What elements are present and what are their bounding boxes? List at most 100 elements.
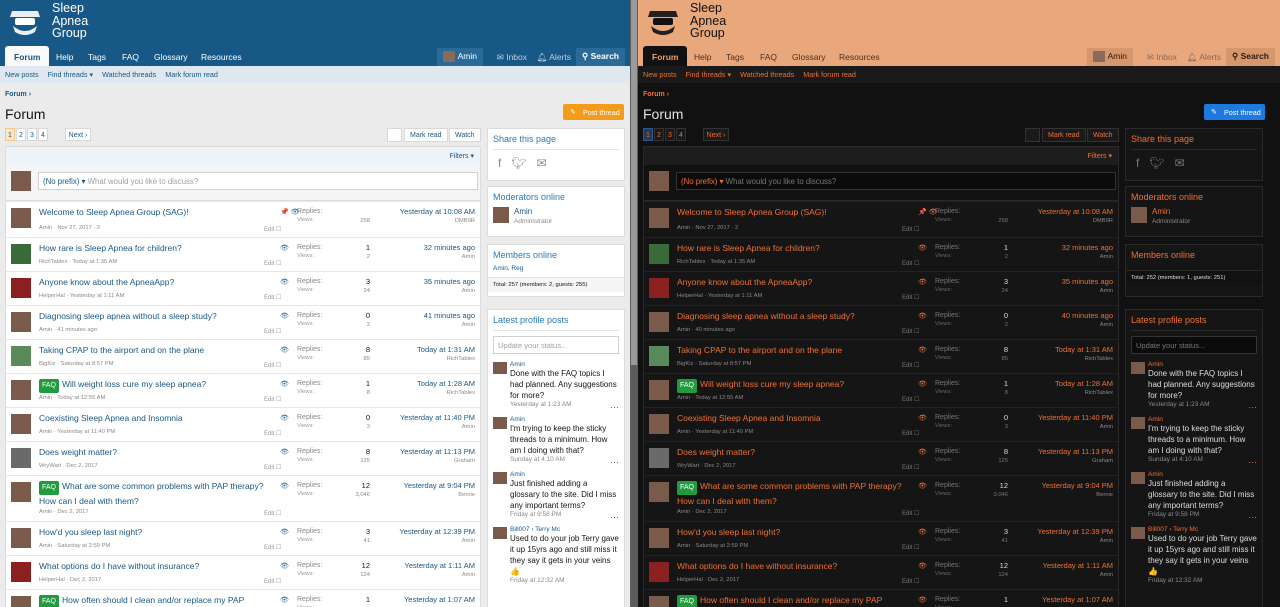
avatar[interactable] — [11, 562, 31, 582]
last-post-time[interactable]: 35 minutes ago — [424, 277, 475, 286]
thread-title[interactable]: Taking CPAP to the airport and on the pl… — [39, 344, 274, 356]
page-1[interactable]: 1 — [643, 128, 653, 141]
thread-title[interactable]: Taking CPAP to the airport and on the pl… — [677, 344, 912, 356]
page-2[interactable]: 2 — [654, 128, 664, 141]
last-post-time[interactable]: Today at 1:28 AM — [1055, 379, 1113, 388]
select-all-checkbox[interactable] — [387, 128, 402, 142]
thread-row[interactable]: Coexisting Sleep Apnea and Insomnia Amin … — [644, 407, 1118, 441]
post-author[interactable]: Amin — [1148, 416, 1257, 423]
avatar[interactable] — [1131, 417, 1145, 429]
breadcrumb[interactable]: Forum › — [643, 91, 669, 98]
edit-link[interactable]: Edit ☐ — [902, 396, 919, 403]
thread-row[interactable]: Anyone know about the ApneaApp? HelperHal… — [6, 271, 480, 305]
prefix-dropdown[interactable]: (No prefix) ▾ — [681, 177, 723, 186]
site-logo-text[interactable]: Sleep Apnea Group — [52, 2, 88, 40]
find-threads-link[interactable]: Find threads ▾ — [686, 70, 732, 79]
prefix-dropdown[interactable]: (No prefix) ▾ — [43, 177, 85, 186]
post-time[interactable]: Yesterday at 1:23 AM — [1148, 401, 1257, 408]
new-posts-link[interactable]: New posts — [5, 70, 39, 79]
moderator-name[interactable]: Amin — [1152, 207, 1170, 216]
more-options-icon[interactable]: ··· — [610, 512, 619, 522]
last-post-user[interactable]: RichTablex — [1085, 356, 1113, 362]
edit-link[interactable]: Edit ☐ — [264, 464, 281, 471]
last-post-user[interactable]: Amin — [1100, 424, 1113, 430]
more-options-icon[interactable]: ··· — [1248, 402, 1257, 412]
page-4[interactable]: 4 — [38, 128, 48, 141]
last-post-user[interactable]: Graham — [454, 458, 475, 464]
avatar[interactable] — [649, 278, 669, 298]
last-post-time[interactable]: Yesterday at 9:04 PM — [1042, 481, 1113, 490]
faq-prefix[interactable]: FAQ — [677, 379, 698, 393]
avatar[interactable] — [649, 312, 669, 332]
last-post-time[interactable]: Yesterday at 11:13 PM — [400, 447, 475, 456]
page-2[interactable]: 2 — [16, 128, 26, 141]
faq-prefix[interactable]: FAQ — [39, 595, 60, 607]
avatar[interactable] — [11, 448, 31, 468]
thread-row[interactable]: What options do I have without insurance… — [6, 555, 480, 589]
tab-faq[interactable]: FAQ — [760, 52, 777, 62]
thread-row[interactable]: How rare is Sleep Apnea for children? Ric… — [644, 237, 1118, 271]
thread-title[interactable]: Does weight matter? — [677, 446, 912, 458]
select-all-checkbox[interactable] — [1025, 128, 1040, 142]
thread-row[interactable]: How rare is Sleep Apnea for children? Ric… — [6, 237, 480, 271]
facebook-icon[interactable]: f — [498, 156, 501, 170]
thread-title[interactable]: FAQ How often should I clean and/or repla… — [677, 594, 912, 607]
thread-title[interactable]: Diagnosing sleep apnea without a sleep s… — [677, 310, 912, 322]
last-post-time[interactable]: Today at 1:31 AM — [417, 345, 475, 354]
edit-link[interactable]: Edit ☐ — [902, 464, 919, 471]
thread-row[interactable]: FAQ What are some common problems with PA… — [6, 475, 480, 521]
email-icon[interactable]: ✉ — [537, 156, 547, 170]
more-options-icon[interactable]: ··· — [1248, 457, 1257, 467]
tab-faq[interactable]: FAQ — [122, 52, 139, 62]
facebook-icon[interactable]: f — [1136, 156, 1139, 170]
thread-title[interactable]: Welcome to Sleep Apnea Group (SAG)! — [39, 206, 274, 218]
email-icon[interactable]: ✉ — [1175, 156, 1185, 170]
thread-title[interactable]: Coexisting Sleep Apnea and Insomnia — [677, 412, 912, 424]
avatar[interactable] — [649, 528, 669, 548]
avatar[interactable] — [1131, 472, 1145, 484]
avatar[interactable] — [493, 527, 507, 539]
twitter-icon[interactable]: 🐦︎ — [1149, 156, 1164, 170]
last-post-user[interactable]: Bernie — [1096, 492, 1113, 498]
last-post-user[interactable]: Graham — [1092, 458, 1113, 464]
edit-link[interactable]: Edit ☐ — [264, 396, 281, 403]
quick-thread-input[interactable]: (No prefix) ▾ What would you like to dis… — [38, 172, 478, 190]
quick-thread-input[interactable]: (No prefix) ▾ What would you like to dis… — [676, 172, 1116, 190]
avatar[interactable] — [11, 414, 31, 434]
post-time[interactable]: Sunday at 4:10 AM — [510, 456, 619, 463]
thread-row[interactable]: Diagnosing sleep apnea without a sleep s… — [6, 305, 480, 339]
more-options-icon[interactable]: ··· — [1248, 512, 1257, 522]
thread-row[interactable]: Anyone know about the ApneaApp? HelperHal… — [644, 271, 1118, 305]
last-post-time[interactable]: 41 minutes ago — [424, 311, 475, 320]
avatar[interactable] — [649, 414, 669, 434]
avatar[interactable] — [11, 346, 31, 366]
last-post-user[interactable]: Amin — [1100, 322, 1113, 328]
post-author[interactable]: Amin — [510, 471, 619, 478]
last-post-user[interactable]: DMB9R — [455, 218, 475, 224]
last-post-user[interactable]: DMB9R — [1093, 218, 1113, 224]
thread-title[interactable]: Anyone know about the ApneaApp? — [39, 276, 274, 288]
last-post-user[interactable]: Amin — [462, 288, 475, 294]
avatar[interactable] — [11, 528, 31, 548]
tab-resources[interactable]: Resources — [839, 52, 880, 62]
last-post-time[interactable]: 35 minutes ago — [1062, 277, 1113, 286]
thread-title[interactable]: FAQ Will weight loss cure my sleep apnea? — [677, 378, 912, 393]
mark-forum-read-link[interactable]: Mark forum read — [165, 70, 218, 79]
tab-help[interactable]: Help — [694, 52, 711, 62]
thread-title[interactable]: How'd you sleep last night? — [39, 526, 274, 538]
logo-mask-icon[interactable] — [646, 8, 680, 36]
last-post-user[interactable]: Amin — [462, 538, 475, 544]
thread-title[interactable]: How rare is Sleep Apnea for children? — [677, 242, 912, 254]
thread-row[interactable]: Welcome to Sleep Apnea Group (SAG)! Amin … — [6, 201, 480, 237]
mark-read-button[interactable]: Mark read — [1042, 128, 1086, 142]
avatar[interactable] — [649, 596, 669, 607]
last-post-time[interactable]: Yesterday at 1:07 AM — [1042, 595, 1113, 604]
mark-forum-read-link[interactable]: Mark forum read — [803, 70, 856, 79]
last-post-user[interactable]: Amin — [1100, 254, 1113, 260]
edit-link[interactable]: Edit ☐ — [902, 510, 919, 517]
last-post-user[interactable]: Amin — [1100, 572, 1113, 578]
last-post-user[interactable]: Bernie — [458, 492, 475, 498]
last-post-time[interactable]: Yesterday at 1:11 AM — [1043, 561, 1113, 570]
edit-link[interactable]: Edit ☐ — [264, 294, 281, 301]
avatar[interactable] — [11, 244, 31, 264]
